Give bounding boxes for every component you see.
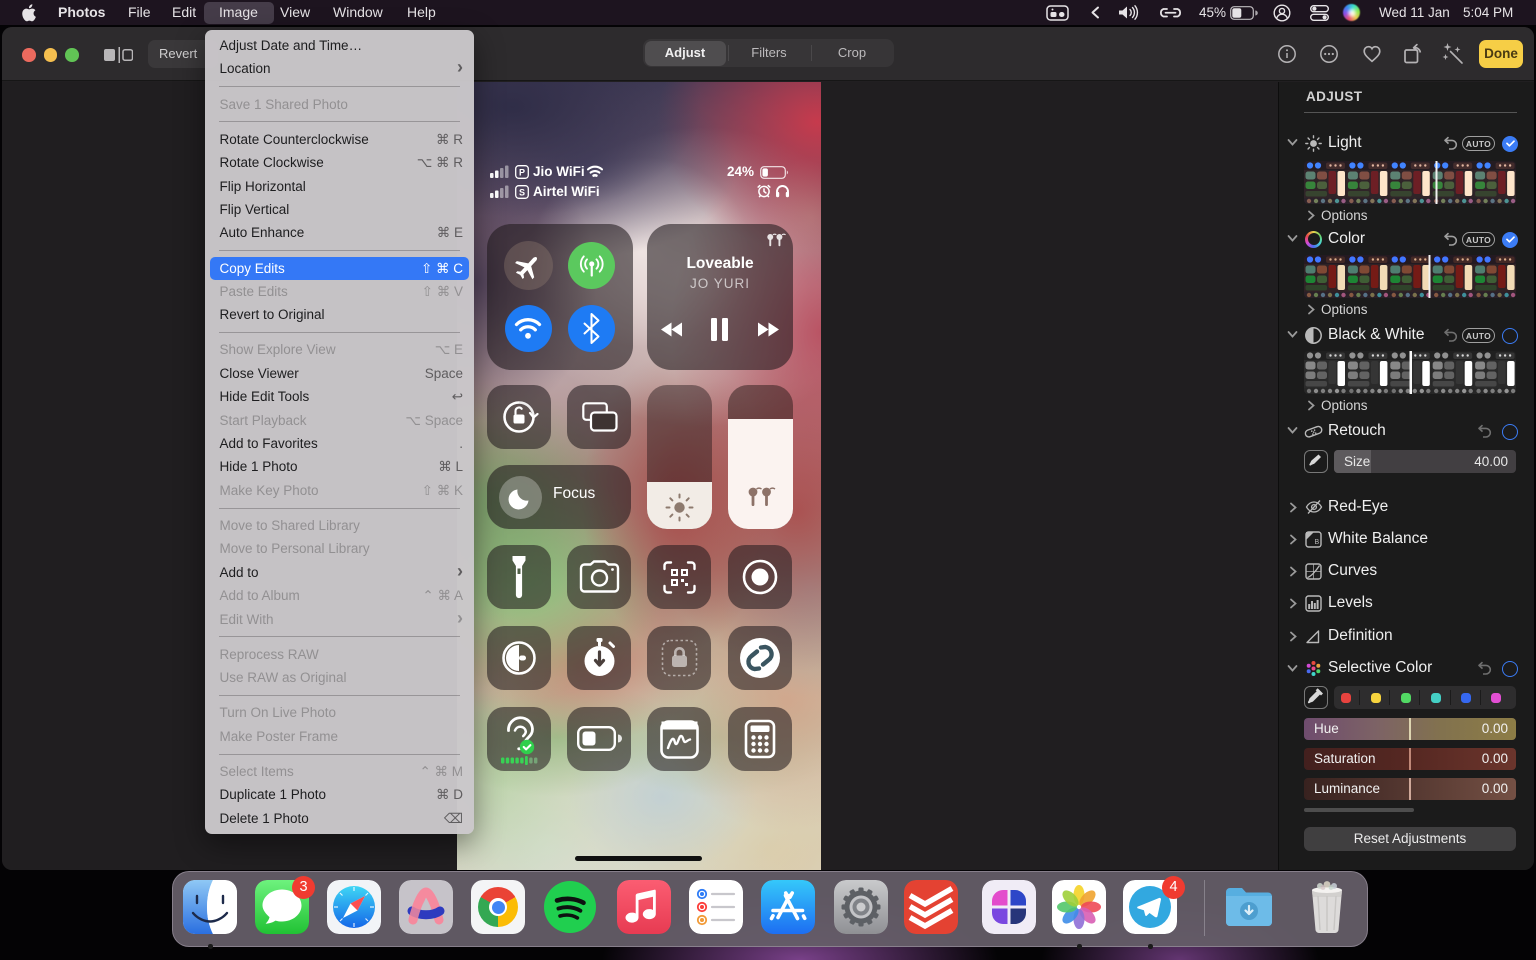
svg-text:P: P [519,167,525,177]
svg-text:S: S [519,187,525,197]
svg-text:B: B [1315,539,1320,546]
